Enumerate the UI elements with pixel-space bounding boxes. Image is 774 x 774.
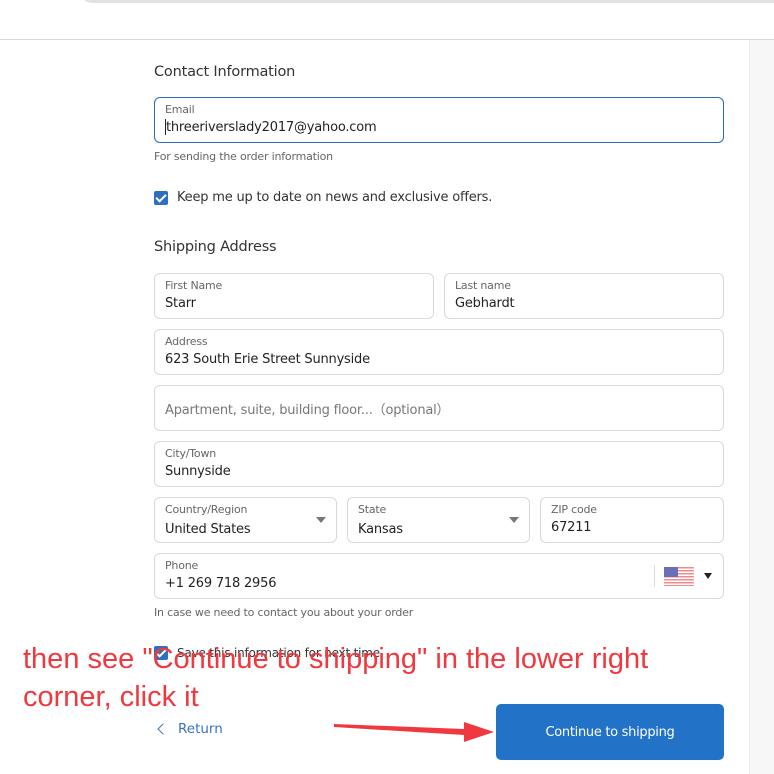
apartment-placeholder: Apartment, suite, building floor...（opti… (165, 403, 450, 418)
state-value: Kansas (358, 522, 403, 537)
order-summary-panel (749, 40, 774, 774)
chevron-down-icon (509, 517, 519, 523)
return-link[interactable]: Return (156, 721, 223, 737)
phone-divider (654, 565, 655, 587)
chevron-down-icon (316, 517, 326, 523)
zip-label: ZIP code (551, 503, 597, 516)
city-field[interactable]: City/Town Sunnyside (154, 441, 724, 487)
us-flag-icon[interactable] (664, 567, 694, 586)
email-help-text: For sending the order information (154, 150, 333, 163)
phone-value: +1 269 718 2956 (165, 576, 277, 591)
address-value: 623 South Erie Street Sunnyside (165, 352, 370, 367)
zip-value: 67211 (551, 520, 592, 535)
header-divider (0, 39, 774, 40)
apartment-field[interactable]: Apartment, suite, building floor...（opti… (154, 385, 724, 431)
chevron-left-icon (157, 723, 169, 735)
contact-section-title: Contact Information (154, 64, 296, 80)
first-name-field[interactable]: First Name Starr (154, 273, 434, 319)
browser-top-bar (80, 0, 774, 3)
state-label: State (358, 503, 387, 516)
newsletter-checkbox[interactable] (154, 190, 168, 205)
city-value: Sunnyside (165, 464, 231, 479)
email-value: threeriverslady2017@yahoo.com (166, 120, 377, 135)
save-info-checkbox[interactable] (154, 646, 168, 660)
country-value: United States (165, 522, 251, 537)
last-name-field[interactable]: Last name Gebhardt (444, 273, 724, 319)
last-name-value: Gebhardt (455, 296, 515, 311)
phone-label: Phone (165, 559, 199, 572)
email-label: Email (165, 103, 195, 116)
continue-to-shipping-button[interactable]: Continue to shipping (496, 704, 724, 760)
phone-field[interactable]: Phone +1 269 718 2956 (154, 553, 724, 599)
newsletter-label: Keep me up to date on news and exclusive… (177, 190, 493, 205)
country-label: Country/Region (165, 503, 248, 516)
caret-down-icon[interactable] (704, 573, 712, 579)
last-name-label: Last name (455, 279, 511, 292)
return-label: Return (178, 721, 223, 737)
annotation-arrow-icon (334, 722, 494, 742)
phone-help-text: In case we need to contact you about you… (154, 606, 414, 619)
state-select[interactable]: State Kansas (347, 497, 530, 543)
email-field[interactable]: Email threeriverslady2017@yahoo.com (154, 97, 724, 143)
save-info-checkbox-row[interactable]: Save this information for next time (154, 646, 380, 660)
address-label: Address (165, 335, 208, 348)
newsletter-checkbox-row[interactable]: Keep me up to date on news and exclusive… (154, 190, 492, 205)
first-name-value: Starr (165, 296, 196, 311)
address-field[interactable]: Address 623 South Erie Street Sunnyside (154, 329, 724, 375)
country-select[interactable]: Country/Region United States (154, 497, 337, 543)
zip-field[interactable]: ZIP code 67211 (540, 497, 724, 543)
shipping-section-title: Shipping Address (154, 239, 277, 255)
first-name-label: First Name (165, 279, 223, 292)
save-info-label: Save this information for next time (177, 646, 380, 660)
city-label: City/Town (165, 447, 217, 460)
